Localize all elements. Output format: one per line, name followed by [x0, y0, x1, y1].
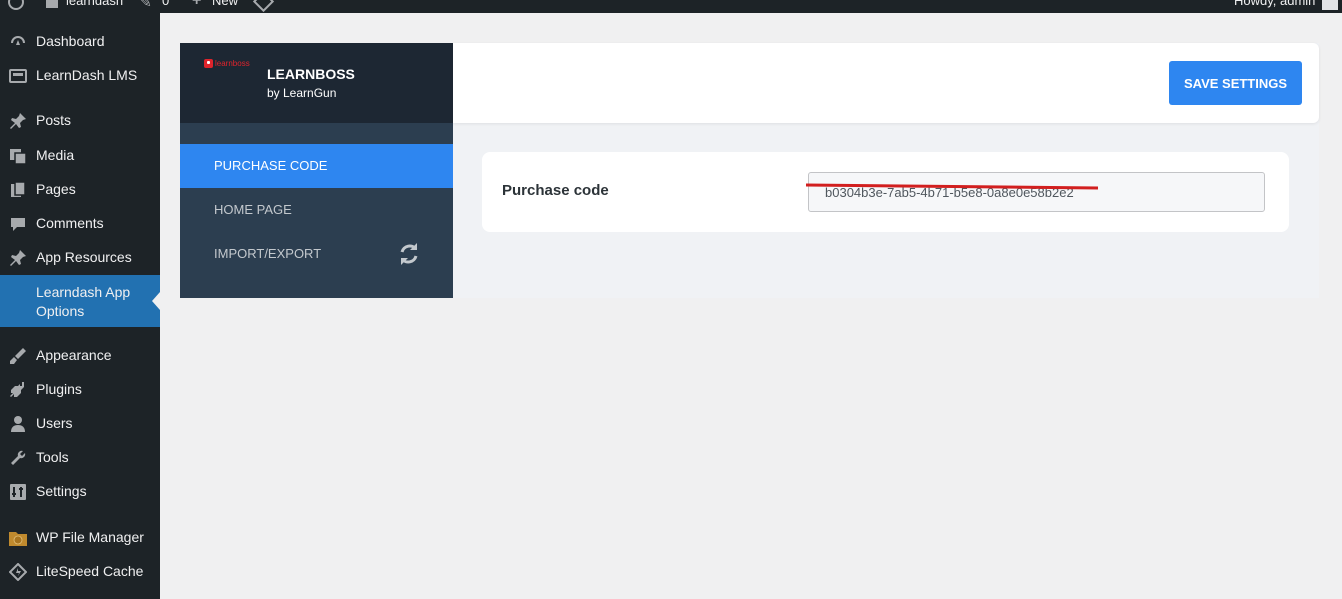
sidebar-item-label: Comments [36, 215, 104, 231]
plugin-sidebar: learnboss LEARNBOSS by LearnGun PURCHASE… [180, 43, 453, 298]
sidebar-item-learndash-app-options[interactable]: Learndash App Options [0, 275, 160, 327]
litespeed-icon[interactable] [252, 0, 275, 13]
plugin-subtitle: by LearnGun [267, 86, 337, 100]
learnboss-logo-icon [204, 59, 213, 69]
sidebar-item-label: Posts [36, 112, 72, 128]
sidebar-item-label: Users [36, 415, 73, 431]
sidebar-item-media[interactable]: Media [0, 139, 160, 173]
sidebar-item-plugins[interactable]: Plugins [0, 373, 160, 407]
litespeed-icon [8, 562, 28, 582]
sidebar-item-label: LearnDash LMS [36, 67, 138, 83]
tab-label: PURCHASE CODE [214, 158, 328, 173]
sync-icon [396, 241, 422, 267]
sidebar-item-label: Appearance [36, 347, 112, 363]
plugin-brand: learnboss LEARNBOSS by LearnGun [180, 43, 453, 123]
comments-icon [8, 215, 28, 233]
sidebar-item-label: Settings [36, 483, 87, 499]
sidebar-item-label: Tools [36, 449, 69, 465]
tab-label: HOME PAGE [214, 202, 292, 217]
tab-import-export[interactable]: IMPORT/EXPORT [180, 232, 453, 276]
plugin-header: SAVE SETTINGS [453, 43, 1319, 123]
site-name-link[interactable]: learndash [66, 0, 123, 8]
new-content-link[interactable]: New [212, 0, 238, 8]
user-icon [8, 415, 28, 433]
settings-icon [8, 483, 28, 501]
sidebar-item-users[interactable]: Users [0, 407, 160, 441]
sidebar-item-dashboard[interactable]: Dashboard [0, 25, 160, 59]
avatar[interactable] [1322, 0, 1338, 10]
sidebar-item-wp-file-manager[interactable]: WP File Manager [0, 521, 160, 555]
pages-icon [8, 181, 28, 199]
brush-icon [8, 347, 28, 365]
learnboss-logo: learnboss [204, 57, 256, 71]
sidebar-item-label: Pages [36, 181, 76, 197]
comments-icon: ✎ [140, 0, 152, 10]
plugin-content: SAVE SETTINGS Purchase code [453, 43, 1319, 298]
sidebar-item-label: App Resources [36, 249, 132, 265]
current-page-arrow [152, 292, 160, 310]
sidebar-item-label: LiteSpeed Cache [36, 563, 144, 579]
sidebar-item-label: Dashboard [36, 33, 105, 49]
comments-count[interactable]: 0 [162, 0, 169, 8]
media-icon [8, 147, 28, 165]
purchase-code-card: Purchase code [482, 152, 1289, 232]
sidebar-item-pages[interactable]: Pages [0, 173, 160, 207]
sidebar-item-comments[interactable]: Comments [0, 207, 160, 241]
plugin-icon [8, 381, 28, 399]
sidebar-item-settings[interactable]: Settings [0, 475, 160, 509]
wordpress-logo-icon[interactable] [8, 0, 24, 10]
sidebar-item-label: Plugins [36, 381, 82, 397]
sidebar-item-label: WP File Manager [36, 529, 144, 545]
sidebar-item-litespeed-cache[interactable]: LiteSpeed Cache [0, 555, 160, 589]
plus-icon: + [192, 0, 202, 9]
sidebar-item-appearance[interactable]: Appearance [0, 339, 160, 373]
learndash-icon [8, 67, 28, 85]
save-settings-button[interactable]: SAVE SETTINGS [1169, 61, 1302, 105]
purchase-code-input[interactable] [808, 172, 1265, 212]
sidebar-item-learndash-lms[interactable]: LearnDash LMS [0, 59, 160, 93]
admin-top-bar: learndash ✎ 0 + New Howdy, admin [0, 0, 1342, 13]
pin-icon [8, 249, 28, 267]
file-manager-icon [8, 529, 28, 547]
admin-sidebar: Dashboard LearnDash LMS Posts Media Page… [0, 13, 160, 599]
sidebar-item-posts[interactable]: Posts [0, 104, 160, 138]
purchase-code-label: Purchase code [502, 182, 609, 199]
sidebar-item-app-resources[interactable]: App Resources [0, 241, 160, 275]
sidebar-item-label: Media [36, 147, 75, 163]
tab-purchase-code[interactable]: PURCHASE CODE [180, 144, 453, 188]
home-icon [46, 0, 58, 8]
sidebar-item-tools[interactable]: Tools [0, 441, 160, 475]
logo-text: learnboss [215, 59, 250, 68]
wrench-icon [8, 449, 28, 467]
plugin-settings-panel: learnboss LEARNBOSS by LearnGun PURCHASE… [180, 43, 1319, 298]
dashboard-icon [8, 33, 28, 51]
plugin-title: LEARNBOSS [267, 66, 355, 82]
sidebar-item-label: Learndash App Options [36, 284, 131, 319]
pin-icon [8, 112, 28, 130]
howdy-user[interactable]: Howdy, admin [1234, 0, 1315, 8]
tab-label: IMPORT/EXPORT [214, 246, 322, 261]
tab-home-page[interactable]: HOME PAGE [180, 188, 453, 232]
